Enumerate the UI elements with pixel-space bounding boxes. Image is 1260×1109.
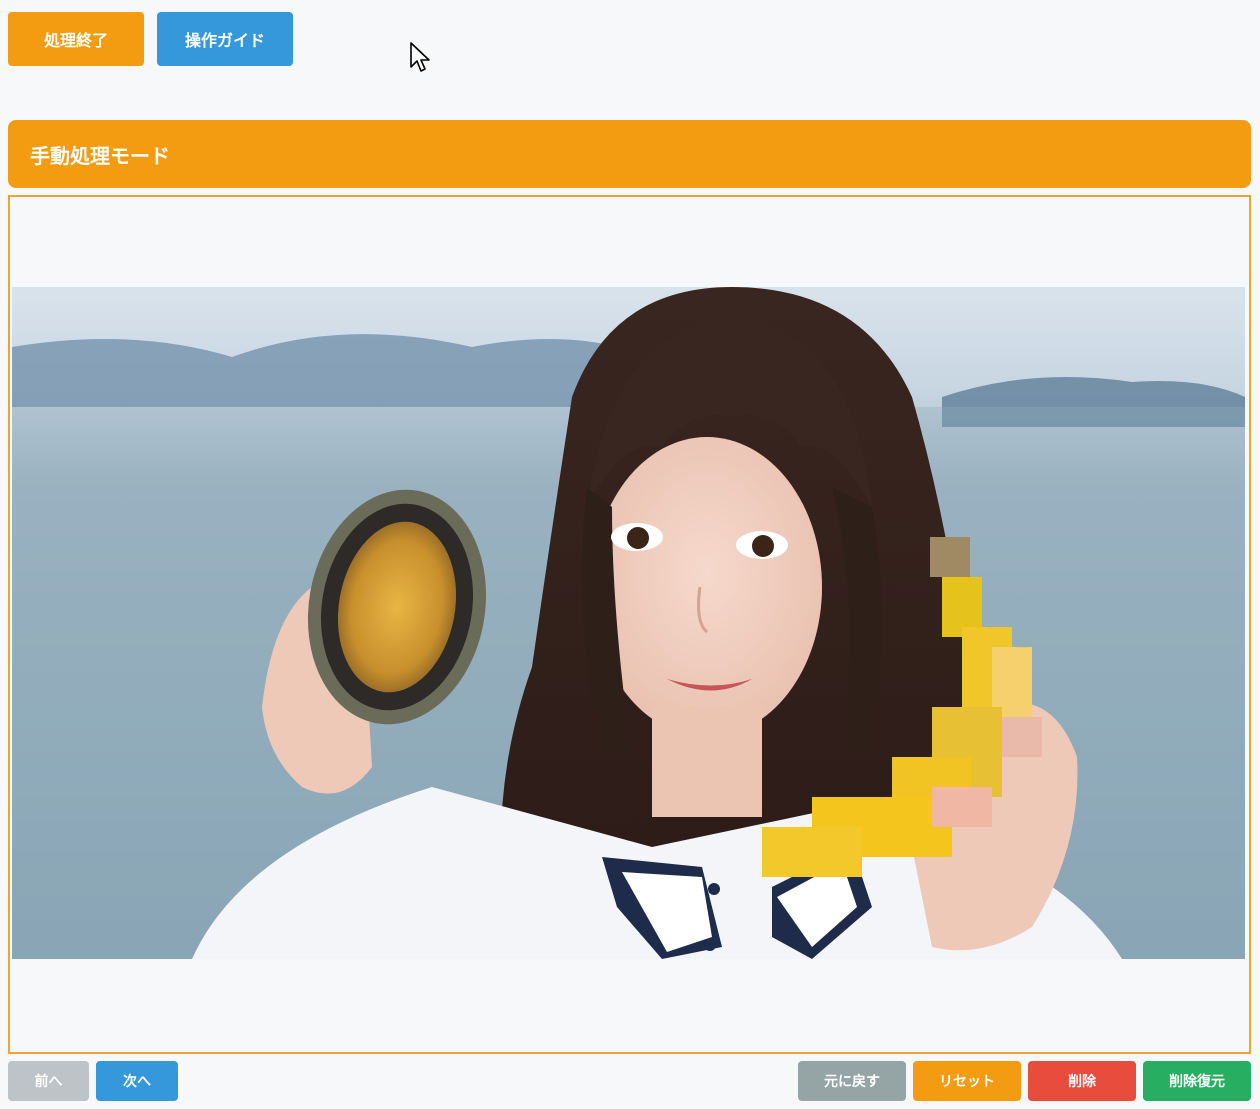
image-canvas[interactable] — [12, 287, 1245, 959]
delete-button[interactable]: 削除 — [1028, 1061, 1136, 1101]
mouse-pointer-icon — [410, 42, 430, 72]
mode-header: 手動処理モード — [8, 120, 1251, 188]
undo-button[interactable]: 元に戻す — [798, 1061, 906, 1101]
next-button[interactable]: 次へ — [96, 1061, 178, 1101]
operation-guide-button[interactable]: 操作ガイド — [157, 12, 293, 66]
photo-image — [12, 287, 1245, 959]
restore-deleted-button[interactable]: 削除復元 — [1143, 1061, 1251, 1101]
previous-button[interactable]: 前へ — [8, 1061, 89, 1101]
reset-button[interactable]: リセット — [913, 1061, 1021, 1101]
page-title: 手動処理モード — [30, 143, 170, 168]
finish-processing-button[interactable]: 処理終了 — [8, 12, 144, 66]
